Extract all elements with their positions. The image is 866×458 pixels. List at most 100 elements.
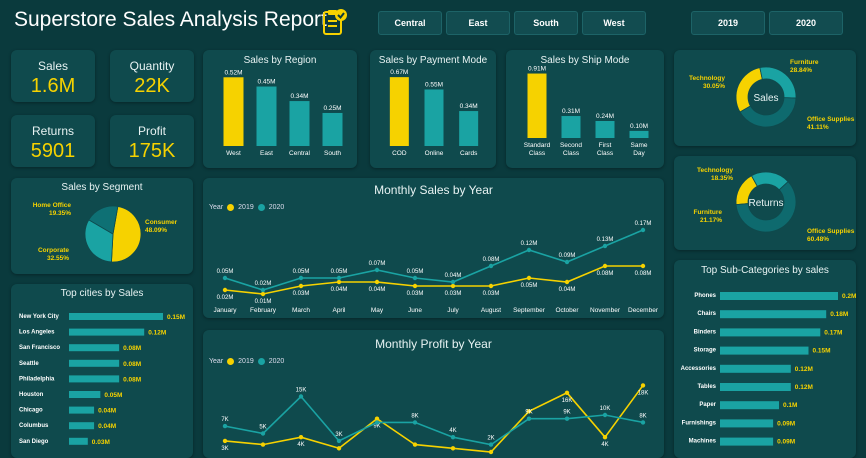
slice-value-label: 60.48% [807, 236, 829, 243]
point-2019 [564, 390, 570, 395]
sales-by-payment-chart: 0.67M COD 0.55M Online 0.34M Cards [389, 69, 479, 157]
series-line-2019 [224, 384, 644, 453]
point-2019 [374, 279, 380, 285]
kpi-returns-card: Returns 5901 [11, 115, 95, 167]
bar-value-label: 0.10M [630, 123, 648, 130]
point-value-label: 8K [411, 413, 418, 419]
category-label: South [324, 150, 341, 157]
point-value-label: 3K [335, 432, 342, 438]
bar-value-label: 0.08M [123, 361, 141, 368]
point-2019 [450, 446, 456, 451]
bar-4 [69, 375, 120, 383]
category-sales-donut: Technology30.05% Furniture28.84% Office Su… [689, 59, 855, 131]
bar-7 [720, 419, 774, 428]
bar-1 [256, 86, 277, 146]
top-subcategories-chart: Phones 0.2M Chairs 0.18M Binders 0.17M Storage… [681, 292, 856, 446]
bar-value-label: 0.18M [830, 311, 848, 318]
sales-by-payment-card: Sales by Payment Mode 0.67M COD 0.55M Onlin… [370, 50, 496, 168]
x-tick-label: March [292, 307, 310, 314]
point-value-label: 0.08M [483, 257, 500, 263]
point-2020 [412, 420, 418, 425]
slicer-region-west[interactable]: West [582, 11, 646, 35]
kpi-returns-label: Returns [31, 124, 75, 138]
category-returns-donut: Technology18.35% Furniture21.17% Office Su… [693, 167, 855, 243]
bar-2 [69, 344, 120, 352]
point-value-label: 0.05M [521, 283, 538, 289]
point-2019 [298, 435, 304, 440]
point-value-label: 0.03M [445, 291, 462, 297]
point-value-label: 15K [296, 388, 307, 394]
category-label: Accessories [681, 366, 717, 372]
bar-value-label: 0.08M [123, 345, 141, 352]
bar-value-label: 0.24M [596, 113, 614, 120]
bar-value-label: 0.34M [460, 103, 478, 110]
bar-1 [424, 89, 444, 146]
point-2020 [450, 279, 456, 285]
slice-category-label: Furniture [790, 59, 819, 66]
slice-category-label: Home Office [33, 202, 72, 209]
category-label: San Diego [19, 439, 49, 445]
category-label: Chairs [697, 311, 716, 317]
point-2020 [336, 438, 342, 444]
bar-value-label: 0.12M [795, 384, 813, 391]
bar-0 [389, 77, 409, 146]
kpi-profit-label: Profit [137, 124, 166, 138]
sales-by-segment-card: Sales by Segment Consumer 48.09% Corporate… [11, 178, 193, 274]
point-2020 [564, 259, 570, 265]
series-line-2020 [224, 395, 644, 446]
x-tick-label: July [447, 307, 459, 314]
kpi-quantity-label: Quantity [129, 59, 175, 73]
slicer-year-2020[interactable]: 2020 [769, 11, 843, 35]
category-label: First [599, 142, 612, 149]
slicer-region-east[interactable]: East [446, 11, 510, 35]
point-value-label: 9K [373, 424, 380, 430]
point-2019 [450, 283, 456, 289]
category-label: Columbus [19, 423, 49, 429]
bar-2 [289, 101, 310, 146]
category-label: San Francisco [19, 345, 60, 351]
bar-value-label: 0.34M [290, 93, 308, 100]
point-value-label: 0.04M [331, 287, 348, 293]
category-label: Binders [694, 329, 717, 335]
point-2019 [412, 442, 418, 447]
slice-value-label: 41.11% [807, 124, 829, 131]
point-2020 [488, 263, 494, 269]
bar-0 [223, 77, 244, 146]
bar-value-label: 0.03M [92, 439, 110, 446]
point-value-label: 0.04M [559, 287, 576, 293]
point-2020 [564, 416, 570, 421]
bar-value-label: 0.08M [123, 376, 141, 383]
slicer-year-2019[interactable]: 2019 [691, 11, 765, 35]
bar-2 [459, 111, 479, 146]
slice-category-label: Technology [689, 75, 725, 82]
point-value-label: 0.07M [369, 261, 386, 267]
slice-0 [735, 67, 763, 113]
point-2019 [336, 446, 342, 451]
slicer-region-south[interactable]: South [514, 11, 578, 35]
slicer-region-central[interactable]: Central [378, 11, 442, 35]
kpi-profit-card: Profit 175K [110, 115, 194, 167]
x-tick-label: April [332, 307, 346, 314]
point-2020 [336, 275, 342, 281]
point-value-label: 0.02M [217, 295, 234, 301]
bar-value-label: 0.52M [224, 69, 242, 76]
point-2020 [602, 243, 608, 249]
bar-0 [720, 292, 838, 300]
sales-by-region-card: Sales by Region 0.52M West 0.45M East 0.34M C… [203, 50, 357, 168]
category-label: Furnishings [682, 420, 717, 426]
slice-category-label: Consumer [145, 219, 178, 226]
category-label: Class [563, 150, 580, 157]
point-value-label: 0.03M [483, 291, 500, 297]
point-value-label: 0.17M [635, 221, 652, 227]
category-label: Seattle [19, 361, 39, 367]
x-tick-label: February [250, 307, 277, 314]
bar-5 [720, 383, 791, 391]
kpi-quantity-value: 22K [134, 75, 170, 97]
slice-category-label: Corporate [38, 247, 69, 254]
bar-2 [720, 328, 821, 337]
slice-category-label: Office Supplies [807, 228, 855, 235]
category-label: Chicago [19, 408, 43, 414]
sales-by-segment-chart: Consumer48.09% Corporate32.55% Home Office… [33, 202, 178, 263]
point-value-label: 4K [297, 442, 304, 448]
point-2019 [602, 435, 608, 440]
